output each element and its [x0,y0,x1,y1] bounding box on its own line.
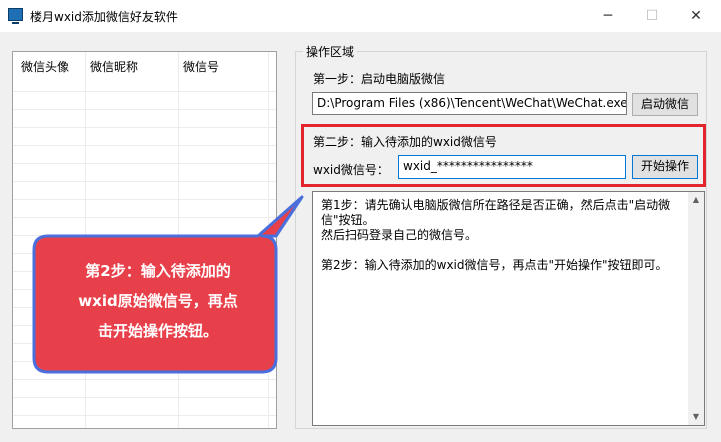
column-header-nickname[interactable]: 微信昵称 [90,58,138,75]
close-button[interactable]: ✕ [686,6,706,26]
column-header-wechat-id[interactable]: 微信号 [183,58,219,75]
callout-line-3: 击开始操作按钮。 [97,322,218,340]
column-header-avatar[interactable]: 微信头像 [21,58,69,75]
step2-highlight-frame [301,124,706,187]
minimize-button[interactable]: ─ [598,6,618,26]
launch-wechat-button[interactable]: 启动微信 [632,93,698,116]
column-divider[interactable] [85,52,86,428]
title-bar: 楼月wxid添加微信好友软件 ─ ☐ ✕ [0,0,721,32]
friend-list[interactable]: 微信头像 微信昵称 微信号 [12,51,277,429]
window-title: 楼月wxid添加微信好友软件 [30,10,178,24]
scroll-up-icon[interactable]: ▲ [688,192,704,208]
scroll-down-icon[interactable]: ▼ [688,409,704,425]
list-grid [13,74,276,428]
app-icon [8,8,23,24]
wechat-path-input[interactable]: D:\Program Files (x86)\Tencent\WeChat\We… [312,92,627,115]
step1-label: 第一步：启动电脑版微信 [313,72,446,86]
callout-text: 第2步：输入待添加的 wxid原始微信号，再点 击开始操作按钮。 [48,256,268,346]
log-scrollbar[interactable]: ▲ ▼ [688,192,704,425]
column-divider[interactable] [268,52,269,428]
log-textarea[interactable]: 第1步：请先确认电脑版微信所在路径是否正确，然后点击"启动微信"按钮。 然后扫码… [312,191,705,426]
maximize-button: ☐ [645,8,659,24]
log-text: 第1步：请先确认电脑版微信所在路径是否正确，然后点击"启动微信"按钮。 然后扫码… [321,198,671,272]
operation-group-legend: 操作区域 [303,43,358,60]
column-divider[interactable] [178,52,179,428]
callout-line-1: 第2步：输入待添加的 [85,262,231,280]
callout-line-2: wxid原始微信号，再点 [78,292,238,310]
